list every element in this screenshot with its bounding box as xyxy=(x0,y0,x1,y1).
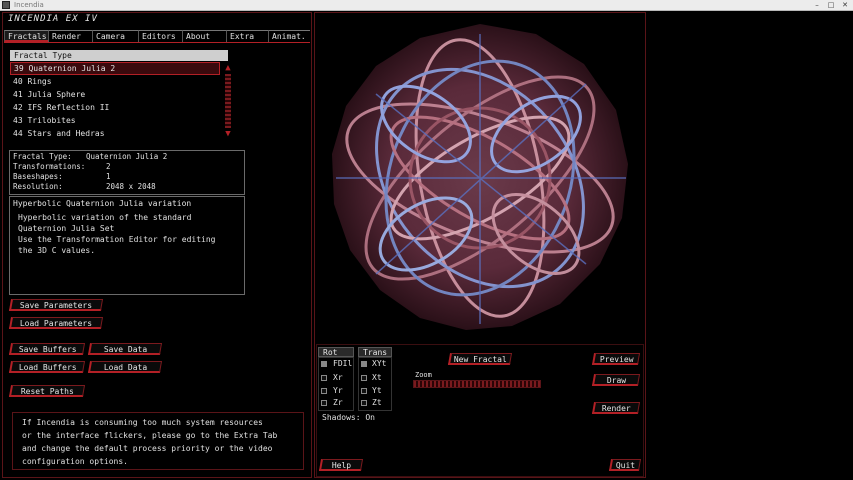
tab-animat[interactable]: Animat. xyxy=(268,30,310,42)
new-fractal-button[interactable]: New Fractal xyxy=(447,353,513,365)
help-button[interactable]: Help xyxy=(318,459,364,471)
load-data-button[interactable]: Load Data xyxy=(87,361,163,373)
trans-zt-checkbox[interactable] xyxy=(361,400,367,406)
tab-camera[interactable]: Camera xyxy=(92,30,138,42)
save-data-button[interactable]: Save Data xyxy=(87,343,163,355)
description-line: Use the Transformation Editor for editin… xyxy=(18,235,216,244)
rot-xr-label: Xr xyxy=(333,373,343,382)
transformations-label: Transformations: xyxy=(13,162,86,171)
description-line: Hyperbolic variation of the standard xyxy=(18,213,192,222)
load-parameters-button[interactable]: Load Parameters xyxy=(8,317,104,329)
trans-yt-label: Yt xyxy=(372,386,382,395)
tip-line: or the interface flickers, please go to … xyxy=(22,431,278,440)
shadows-status[interactable]: Shadows: On xyxy=(322,413,375,422)
trans-xyt-label: XYt xyxy=(372,359,387,368)
fractal-list-item[interactable]: 43 Trilobites xyxy=(10,114,220,127)
fractal-type-value: Quaternion Julia 2 xyxy=(86,152,168,161)
fractal-list-item[interactable]: 44 Stars and Hedras xyxy=(10,127,220,140)
window-titlebar: Incendia – □ ✕ xyxy=(0,0,853,11)
tab-fractals[interactable]: Fractals xyxy=(4,30,48,42)
fractal-list-header: Fractal Type xyxy=(10,50,228,61)
tab-underline xyxy=(4,42,310,43)
scroll-track[interactable] xyxy=(225,74,231,128)
transformations-value: 2 xyxy=(106,162,111,171)
trans-header: Trans xyxy=(358,347,392,357)
rot-fdil-label: FDIl xyxy=(333,359,353,368)
tip-line: configuration options. xyxy=(22,457,128,466)
zoom-slider[interactable] xyxy=(413,380,541,388)
resolution-value: 2048 x 2048 xyxy=(106,182,156,191)
trans-yt-checkbox[interactable] xyxy=(361,388,367,394)
tab-about[interactable]: About xyxy=(182,30,226,42)
fractal-render-image xyxy=(332,24,628,330)
scroll-down-icon[interactable]: ▼ xyxy=(222,129,234,139)
window-title: Incendia xyxy=(14,1,44,9)
fractal-list-item[interactable]: 39 Quaternion Julia 2 xyxy=(10,62,220,75)
close-button[interactable]: ✕ xyxy=(840,1,850,9)
rot-yr-label: Yr xyxy=(333,386,343,395)
trans-xyt-checkbox[interactable] xyxy=(361,361,367,367)
fractal-list-item[interactable]: 42 IFS Reflection II xyxy=(10,101,220,114)
description-line: Quaternion Julia Set xyxy=(18,224,115,233)
baseshapes-label: Baseshapes: xyxy=(13,172,63,181)
minimize-button[interactable]: – xyxy=(812,1,822,9)
scroll-up-icon[interactable]: ▲ xyxy=(222,63,234,73)
fractal-list-scrollbar[interactable]: ▲ ▼ xyxy=(222,63,234,139)
tip-line: If Incendia is consuming too much system… xyxy=(22,418,263,427)
app-name: INCENDIA EX IV xyxy=(8,14,98,24)
rot-zr-label: Zr xyxy=(333,398,343,407)
fractal-type-label: Fractal Type: xyxy=(13,152,72,161)
trans-zt-label: Zt xyxy=(372,398,382,407)
rot-xr-checkbox[interactable] xyxy=(321,375,327,381)
baseshapes-value: 1 xyxy=(106,172,111,181)
rot-zr-checkbox[interactable] xyxy=(321,400,327,406)
tab-extra[interactable]: Extra xyxy=(226,30,268,42)
zoom-label: Zoom xyxy=(415,371,432,379)
reset-paths-button[interactable]: Reset Paths xyxy=(8,385,86,397)
tip-line: and change the default process priority … xyxy=(22,444,273,453)
tab-render[interactable]: Render xyxy=(48,30,92,42)
description-line: the 3D C values. xyxy=(18,246,96,255)
rot-yr-checkbox[interactable] xyxy=(321,388,327,394)
save-parameters-button[interactable]: Save Parameters xyxy=(8,299,104,311)
save-buffers-button[interactable]: Save Buffers xyxy=(8,343,86,355)
maximize-button[interactable]: □ xyxy=(826,1,836,9)
tab-editors[interactable]: Editors xyxy=(138,30,182,42)
trans-xt-checkbox[interactable] xyxy=(361,375,367,381)
rot-header: Rot xyxy=(318,347,354,357)
draw-button[interactable]: Draw xyxy=(591,374,641,386)
fractal-list-item[interactable]: 41 Julia Sphere xyxy=(10,88,220,101)
rot-fdil-checkbox[interactable] xyxy=(321,361,327,367)
app-icon xyxy=(2,1,10,9)
load-buffers-button[interactable]: Load Buffers xyxy=(8,361,86,373)
resolution-label: Resolution: xyxy=(13,182,63,191)
quit-button[interactable]: Quit xyxy=(608,459,642,471)
preview-button[interactable]: Preview xyxy=(591,353,641,365)
trans-xt-label: Xt xyxy=(372,373,382,382)
fractal-list: 39 Quaternion Julia 2 40 Rings 41 Julia … xyxy=(10,62,220,140)
description-title: Hyperbolic Quaternion Julia variation xyxy=(13,199,192,208)
fractal-list-item[interactable]: 40 Rings xyxy=(10,75,220,88)
render-button[interactable]: Render xyxy=(591,402,641,414)
render-viewport[interactable] xyxy=(316,14,644,342)
